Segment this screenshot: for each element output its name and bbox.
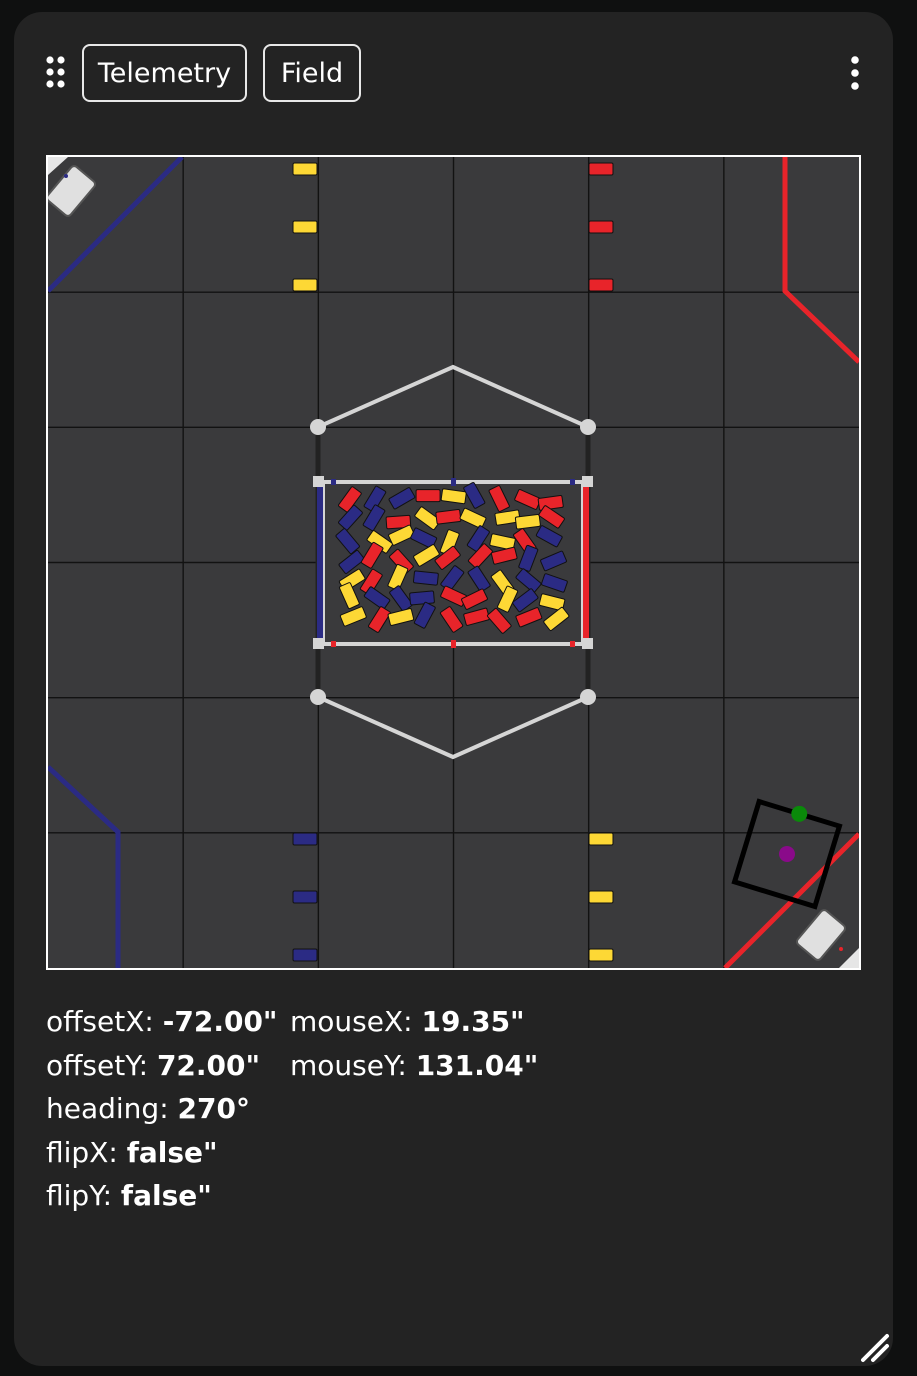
spike-sample: [588, 278, 614, 292]
readout-mouse-y: mouseY: 131.04": [290, 1048, 539, 1082]
field-view[interactable]: [46, 155, 861, 970]
readout-offset-y: offsetY: 72.00": [46, 1048, 261, 1082]
resize-corner-icon[interactable]: [857, 1330, 891, 1364]
spike-sample: [588, 890, 614, 904]
readout-flip-x: flipX: false": [46, 1135, 218, 1169]
submersible-sample: [514, 513, 541, 530]
spike-sample: [588, 162, 614, 176]
submersible-sample: [435, 509, 462, 525]
tab-telemetry[interactable]: Telemetry: [82, 44, 247, 102]
spike-sample: [588, 948, 614, 962]
spike-sample: [292, 832, 318, 846]
spike-sample: [588, 220, 614, 234]
spike-sample: [292, 890, 318, 904]
vertical-dots-menu-icon[interactable]: [847, 56, 863, 90]
submersible-sample: [412, 570, 439, 586]
mouse-readout: mouseX: 19.35" mouseY: 131.04": [290, 1000, 538, 1087]
spike-sample: [588, 832, 614, 846]
spike-sample: [292, 948, 318, 962]
readout-heading: heading: 270°: [46, 1092, 250, 1125]
field-widget-panel: Telemetry Field offsetX: -72.00" offsetY…: [14, 12, 893, 1366]
readout-flip-y: flipY: false": [46, 1179, 212, 1212]
pose-readout: offsetX: -72.00" offsetY: 72.00" heading…: [46, 1000, 278, 1218]
submersible-sample: [415, 489, 441, 503]
readout-mouse-x: mouseX: 19.35": [290, 1005, 525, 1038]
spike-sample: [292, 220, 318, 234]
submersible-sample: [409, 590, 435, 606]
drag-handle-icon[interactable]: [46, 56, 66, 88]
field-canvas[interactable]: [48, 157, 859, 968]
tab-field[interactable]: Field: [263, 44, 361, 102]
spike-sample: [292, 162, 318, 176]
readout-offset-x: offsetX: -72.00": [46, 1005, 278, 1038]
spike-sample: [292, 278, 318, 292]
